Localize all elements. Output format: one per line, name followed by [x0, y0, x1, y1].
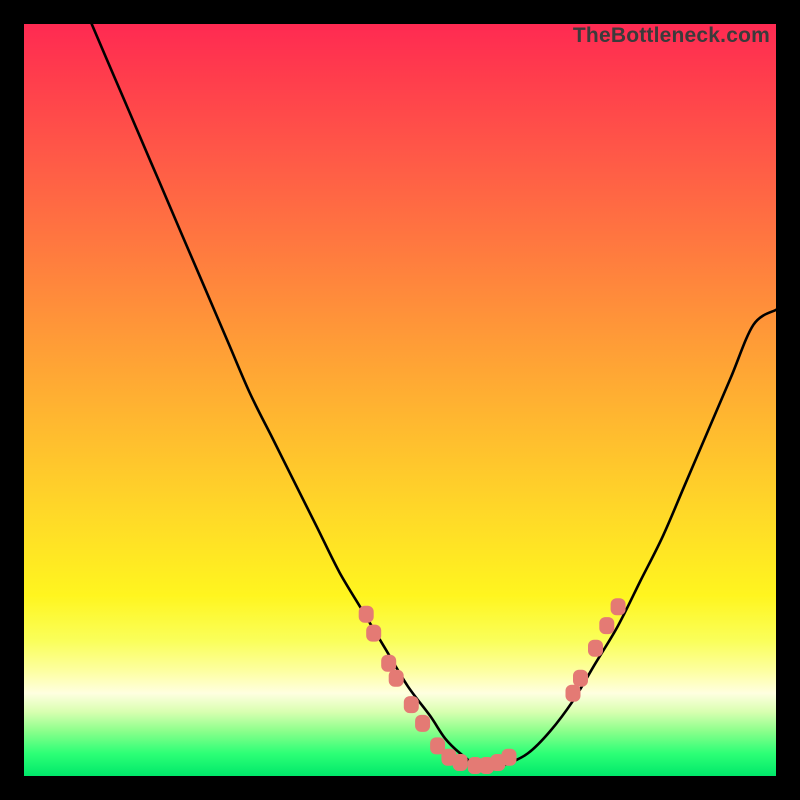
marker-group	[359, 598, 626, 774]
chart-frame: TheBottleneck.com	[0, 0, 800, 800]
curve-layer	[24, 24, 776, 776]
curve-marker	[366, 625, 381, 642]
curve-marker	[453, 754, 468, 771]
curve-marker	[611, 598, 626, 615]
curve-marker	[599, 617, 614, 634]
curve-marker	[566, 685, 581, 702]
curve-marker	[415, 715, 430, 732]
curve-marker	[389, 670, 404, 687]
curve-marker	[381, 655, 396, 672]
curve-marker	[359, 606, 374, 623]
curve-marker	[588, 640, 603, 657]
curve-marker	[573, 670, 588, 687]
bottleneck-curve-path	[92, 24, 776, 769]
curve-marker	[502, 749, 517, 766]
plot-area: TheBottleneck.com	[24, 24, 776, 776]
curve-marker	[404, 696, 419, 713]
